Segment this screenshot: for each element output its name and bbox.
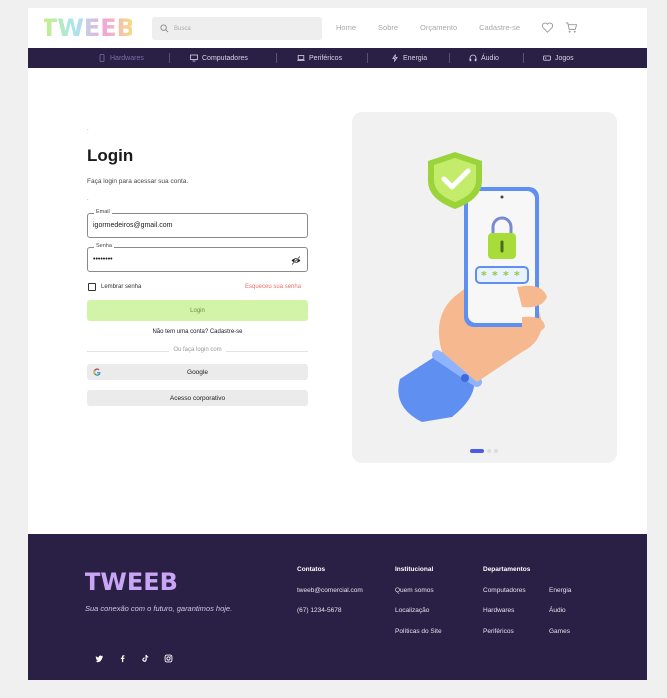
corporate-login-button[interactable]: Acesso corporativo: [87, 390, 308, 406]
page: TWEEB Busca Home Sobre Orçamento Cadastr…: [28, 8, 647, 680]
login-subtitle: Faça login para acessar sua conta.: [87, 178, 189, 185]
decorative-dot: .: [87, 126, 89, 132]
password-value[interactable]: ••••••••: [93, 256, 113, 263]
divider: [276, 53, 277, 63]
footer-phone[interactable]: (67) 1234-5678: [297, 607, 341, 614]
corporate-button-label: Acesso corporativo: [169, 394, 226, 402]
category-bar: Hardwares Computadores Periféricos Energ…: [28, 48, 647, 68]
category-jogos[interactable]: Jogos: [543, 54, 574, 62]
email-label: Email: [94, 209, 112, 215]
footer-institutional-title: Institucional: [395, 566, 434, 573]
eye-off-icon[interactable]: [291, 256, 301, 265]
tiktok-icon[interactable]: [141, 654, 150, 663]
nav-home[interactable]: Home: [336, 23, 356, 32]
footer-link-perifericos[interactable]: Periféricos: [483, 628, 514, 635]
cart-icon[interactable]: [565, 21, 578, 34]
search-placeholder: Busca: [174, 25, 191, 32]
category-energia[interactable]: Energia: [391, 54, 427, 62]
divider: [169, 53, 170, 63]
signup-link[interactable]: Não tem uma conta? Cadastre-se: [87, 329, 308, 335]
footer-link-computadores[interactable]: Computadores: [483, 587, 526, 594]
divider: [449, 53, 450, 63]
footer-slogan: Sua conexão com o futuro, garantimos hoj…: [85, 604, 233, 613]
heart-icon[interactable]: [541, 21, 554, 34]
monitor-icon: [190, 54, 198, 62]
nav-sobre[interactable]: Sobre: [378, 23, 398, 32]
search-input[interactable]: Busca: [152, 17, 322, 40]
instagram-icon[interactable]: [164, 654, 173, 663]
category-computadores[interactable]: Computadores: [190, 54, 248, 62]
footer-logo[interactable]: TWEEB: [85, 567, 177, 595]
footer-link-localizacao[interactable]: Localização: [395, 607, 429, 614]
category-hardwares[interactable]: Hardwares: [98, 54, 144, 62]
headphones-icon: [469, 54, 477, 62]
laptop-icon: [297, 55, 305, 61]
category-perifericos[interactable]: Periféricos: [297, 54, 342, 62]
login-button[interactable]: Login: [87, 300, 308, 321]
google-button-label: Google: [187, 368, 208, 376]
decorative-dot: .: [87, 196, 89, 202]
footer-link-quem-somos[interactable]: Quem somos: [395, 587, 434, 594]
svg-text:*: *: [514, 269, 520, 282]
svg-text:*: *: [492, 269, 498, 282]
pager-dot-active[interactable]: [470, 449, 484, 453]
svg-text:*: *: [503, 269, 509, 282]
remember-checkbox[interactable]: [88, 283, 96, 291]
footer-link-energia[interactable]: Energia: [549, 587, 571, 594]
twitter-icon[interactable]: [95, 654, 104, 663]
google-icon: [93, 368, 101, 376]
category-audio[interactable]: Áudio: [469, 54, 499, 62]
svg-text:*: *: [481, 269, 487, 282]
gamepad-icon: [543, 55, 551, 61]
footer-email[interactable]: tweeb@comercial.com: [297, 587, 363, 594]
remember-label[interactable]: Lembrar senha: [101, 284, 141, 290]
footer-link-hardwares[interactable]: Hardwares: [483, 607, 514, 614]
pager-dot[interactable]: [487, 449, 491, 453]
google-login-button[interactable]: Google: [87, 364, 308, 380]
search-icon: [160, 24, 169, 33]
footer-link-audio[interactable]: Áudio: [549, 607, 566, 614]
nav-orcamento[interactable]: Orçamento: [420, 23, 457, 32]
divider: [367, 53, 368, 63]
svg-text:TWEEB: TWEEB: [44, 14, 132, 42]
phone-security-illustration: * * * *: [398, 152, 547, 422]
login-title: Login: [87, 146, 134, 165]
divider: [523, 53, 524, 63]
password-label: Senha: [94, 243, 114, 249]
svg-text:TWEEB: TWEEB: [85, 568, 177, 595]
footer: TWEEB Sua conexão com o futuro, garantim…: [28, 534, 647, 680]
logo[interactable]: TWEEB: [44, 14, 132, 42]
footer-link-politicas[interactable]: Políticas do Site: [395, 628, 442, 635]
password-field[interactable]: Senha ••••••••: [87, 243, 308, 272]
illustration-card: * * * *: [352, 112, 617, 463]
footer-contacts-title: Contatos: [297, 566, 326, 573]
email-value[interactable]: igormedeiros@gmail.com: [93, 222, 172, 229]
footer-link-games[interactable]: Games: [549, 628, 570, 635]
email-field[interactable]: Email igormedeiros@gmail.com: [87, 209, 308, 238]
forgot-password-link[interactable]: Esqueceu sua senha: [245, 284, 301, 290]
phone-icon: [99, 54, 105, 62]
nav-cadastre-se[interactable]: Cadastre-se: [479, 23, 520, 32]
divider-text: Ou faça login com: [87, 347, 308, 353]
footer-departments-title: Departamentos: [483, 566, 531, 573]
header: TWEEB Busca Home Sobre Orçamento Cadastr…: [28, 8, 647, 48]
top-nav: Home Sobre Orçamento Cadastre-se: [336, 23, 520, 32]
facebook-icon[interactable]: [118, 654, 127, 663]
bolt-icon: [392, 54, 398, 62]
pager-dot[interactable]: [494, 449, 498, 453]
carousel-pager: [470, 449, 498, 453]
